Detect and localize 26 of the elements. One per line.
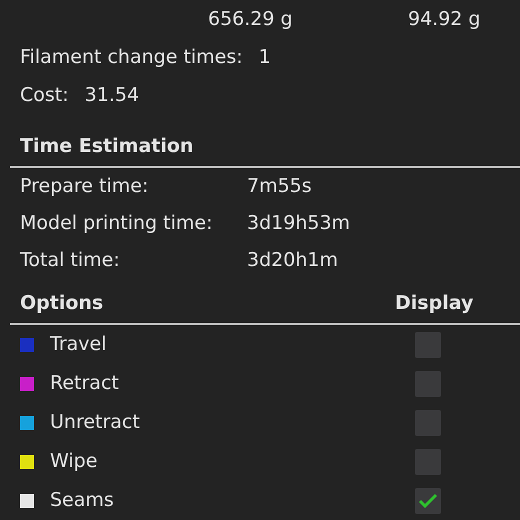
summary-value: 31.54: [84, 82, 140, 108]
option-label: Wipe: [50, 449, 98, 474]
option-label: Retract: [50, 371, 120, 396]
option-label: Seams: [50, 488, 115, 514]
checkmark-icon: [418, 492, 438, 508]
option-label: Unretract: [50, 410, 141, 436]
summary-label: Filament change times:: [20, 44, 243, 70]
time-value: 7m55s: [247, 174, 312, 200]
display-checkbox[interactable]: [415, 448, 441, 474]
time-value: 3d20h1m: [247, 248, 338, 274]
weight-value: 656.29 g: [208, 6, 294, 32]
weight-value: 94.92 g: [408, 6, 480, 32]
summary-label: Cost:: [20, 82, 69, 108]
column-header: Display: [395, 290, 474, 316]
display-checkbox[interactable]: [415, 332, 441, 358]
display-checkbox[interactable]: [415, 370, 441, 396]
time-label: Model printing time:: [20, 211, 214, 236]
section-title: Time Estimation: [20, 134, 194, 159]
time-label: Prepare time:: [20, 174, 150, 200]
display-checkbox[interactable]: [415, 488, 441, 514]
display-checkbox[interactable]: [415, 410, 441, 436]
summary-value: 1: [258, 44, 271, 70]
time-label: Total time:: [20, 248, 121, 274]
time-value: 3d19h53m: [247, 211, 350, 236]
section-title: Options: [20, 290, 104, 316]
option-label: Travel: [50, 332, 108, 358]
